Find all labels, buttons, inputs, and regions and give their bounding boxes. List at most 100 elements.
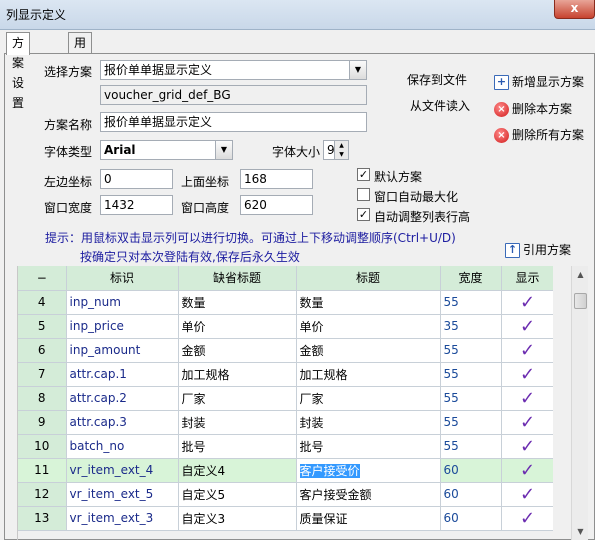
row-show-cell[interactable]: ✓ [501, 338, 553, 363]
col-header-show[interactable]: 显示 [501, 266, 553, 291]
row-default-title-cell[interactable]: 自定义5 [178, 482, 297, 507]
row-width-cell[interactable]: 55 [440, 386, 502, 411]
row-default-title-cell[interactable]: 厂家 [178, 386, 297, 411]
col-header-collapse[interactable]: − [18, 266, 67, 291]
load-from-file-link[interactable]: 从文件读入 [410, 97, 470, 114]
row-id-cell[interactable]: attr.cap.3 [66, 410, 179, 435]
row-show-cell[interactable]: ✓ [501, 362, 553, 387]
col-header-title[interactable]: 标题 [296, 266, 441, 291]
tab-scheme-settings[interactable]: 方案设置 [6, 32, 31, 110]
table-row[interactable]: 8 attr.cap.2 厂家 厂家 55 ✓ [18, 386, 553, 411]
table-row[interactable]: 12 vr_item_ext_5 自定义5 客户接受金额 60 ✓ [18, 482, 553, 507]
row-id-cell[interactable]: vr_item_ext_5 [66, 482, 179, 507]
scroll-thumb[interactable] [574, 293, 587, 309]
row-show-cell[interactable]: ✓ [501, 458, 553, 483]
row-index[interactable]: 6 [18, 338, 67, 363]
row-id-cell[interactable]: vr_item_ext_4 [66, 458, 179, 483]
row-id-cell[interactable]: inp_price [66, 314, 179, 339]
row-title-cell[interactable]: 厂家 [296, 386, 441, 411]
row-index[interactable]: 5 [18, 314, 67, 339]
row-width-cell[interactable]: 60 [440, 506, 502, 531]
row-id-cell[interactable]: inp_num [66, 290, 179, 315]
row-width-cell[interactable]: 60 [440, 482, 502, 507]
chevron-down-icon[interactable]: ▼ [215, 141, 232, 159]
top-coord-input[interactable]: 168 [240, 169, 313, 189]
row-default-title-cell[interactable]: 数量 [178, 290, 297, 315]
row-default-title-cell[interactable]: 单价 [178, 314, 297, 339]
stepper-arrows[interactable]: ▲ ▼ [334, 141, 348, 159]
row-id-cell[interactable]: attr.cap.1 [66, 362, 179, 387]
col-header-id[interactable]: 标识 [66, 266, 179, 291]
row-width-cell[interactable]: 60 [440, 458, 502, 483]
row-index[interactable]: 11 [18, 458, 67, 483]
row-width-cell[interactable]: 55 [440, 434, 502, 459]
col-header-width[interactable]: 宽度 [440, 266, 502, 291]
row-default-title-cell[interactable]: 自定义3 [178, 506, 297, 531]
down-arrow-icon[interactable]: ▼ [335, 150, 348, 159]
window-height-input[interactable]: 620 [240, 195, 313, 215]
default-scheme-checkbox[interactable]: ✓ [357, 168, 370, 181]
row-index[interactable]: 13 [18, 506, 67, 531]
row-index[interactable]: 9 [18, 410, 67, 435]
row-title-cell[interactable]: 金额 [296, 338, 441, 363]
font-size-stepper[interactable]: 9 ▲ ▼ [323, 140, 349, 160]
row-width-cell[interactable]: 55 [440, 290, 502, 315]
row-index[interactable]: 8 [18, 386, 67, 411]
row-index[interactable]: 12 [18, 482, 67, 507]
row-width-cell[interactable]: 55 [440, 410, 502, 435]
row-show-cell[interactable]: ✓ [501, 314, 553, 339]
table-row[interactable]: 9 attr.cap.3 封装 封装 55 ✓ [18, 410, 553, 435]
close-button[interactable]: x [554, 0, 595, 19]
window-width-input[interactable]: 1432 [100, 195, 173, 215]
table-row[interactable]: 5 inp_price 单价 单价 35 ✓ [18, 314, 553, 339]
row-default-title-cell[interactable]: 自定义4 [178, 458, 297, 483]
scheme-name-input[interactable]: 报价单单据显示定义 [100, 112, 367, 132]
scroll-up-icon[interactable]: ▲ [572, 266, 589, 283]
table-row[interactable]: 4 inp_num 数量 数量 55 ✓ [18, 290, 553, 315]
table-row[interactable]: 7 attr.cap.1 加工规格 加工规格 55 ✓ [18, 362, 553, 387]
left-coord-input[interactable]: 0 [100, 169, 173, 189]
row-show-cell[interactable]: ✓ [501, 386, 553, 411]
row-width-cell[interactable]: 55 [440, 338, 502, 363]
row-default-title-cell[interactable]: 加工规格 [178, 362, 297, 387]
row-show-cell[interactable]: ✓ [501, 434, 553, 459]
row-title-cell[interactable]: 单价 [296, 314, 441, 339]
up-arrow-icon[interactable]: ▲ [335, 141, 348, 150]
row-index[interactable]: 4 [18, 290, 67, 315]
save-to-file-link[interactable]: 保存到文件 [407, 71, 467, 88]
row-id-cell[interactable]: inp_amount [66, 338, 179, 363]
row-index[interactable]: 7 [18, 362, 67, 387]
auto-row-height-checkbox[interactable]: ✓ [357, 208, 370, 221]
chevron-down-icon[interactable]: ▼ [349, 61, 366, 79]
delete-all-button[interactable]: × 删除所有方案 [494, 126, 584, 143]
reference-scheme-button[interactable]: ↑ 引用方案 [505, 241, 571, 258]
auto-maximize-checkbox[interactable] [357, 188, 370, 201]
table-row[interactable]: 6 inp_amount 金额 金额 55 ✓ [18, 338, 553, 363]
row-id-cell[interactable]: attr.cap.2 [66, 386, 179, 411]
row-width-cell[interactable]: 55 [440, 362, 502, 387]
scheme-select[interactable]: 报价单单据显示定义 ▼ [100, 60, 367, 80]
row-default-title-cell[interactable]: 封装 [178, 410, 297, 435]
new-scheme-button[interactable]: + 新增显示方案 [494, 73, 584, 90]
row-show-cell[interactable]: ✓ [501, 410, 553, 435]
table-row[interactable]: 10 batch_no 批号 批号 55 ✓ [18, 434, 553, 459]
row-title-cell[interactable]: 批号 [296, 434, 441, 459]
row-id-cell[interactable]: vr_item_ext_3 [66, 506, 179, 531]
tab-user-binding[interactable]: 用户绑定 [68, 32, 93, 110]
row-index[interactable]: 10 [18, 434, 67, 459]
row-title-cell[interactable]: 加工规格 [296, 362, 441, 387]
row-default-title-cell[interactable]: 金额 [178, 338, 297, 363]
table-row[interactable]: 13 vr_item_ext_3 自定义3 质量保证 60 ✓ [18, 506, 553, 531]
row-title-cell[interactable]: 数量 [296, 290, 441, 315]
row-width-cell[interactable]: 35 [440, 314, 502, 339]
row-show-cell[interactable]: ✓ [501, 482, 553, 507]
row-show-cell[interactable]: ✓ [501, 290, 553, 315]
vertical-scrollbar[interactable]: ▲ ▼ [571, 266, 588, 540]
row-title-cell[interactable]: 客户接受价 [296, 458, 441, 483]
row-id-cell[interactable]: batch_no [66, 434, 179, 459]
table-row[interactable]: 11 vr_item_ext_4 自定义4 客户接受价 60 ✓ [18, 458, 553, 483]
col-header-default-title[interactable]: 缺省标题 [178, 266, 297, 291]
row-show-cell[interactable]: ✓ [501, 506, 553, 531]
row-title-cell[interactable]: 封装 [296, 410, 441, 435]
font-type-select[interactable]: Arial ▼ [100, 140, 233, 160]
